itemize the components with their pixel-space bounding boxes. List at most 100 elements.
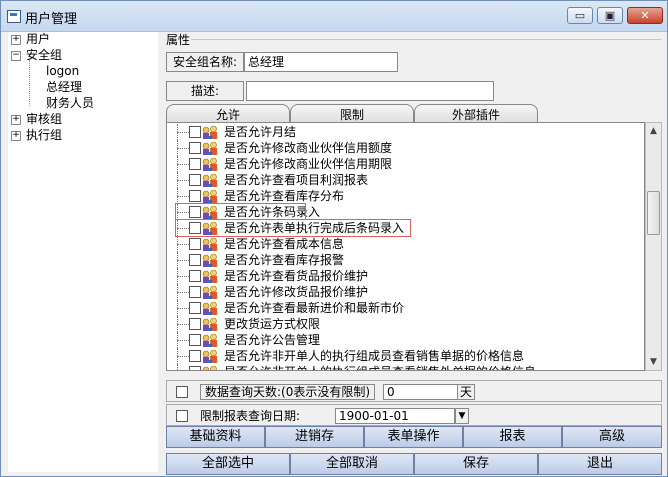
permission-checkbox[interactable] (189, 334, 201, 346)
maximize-icon: ▣ (604, 9, 616, 22)
exit-button[interactable]: 退出 (538, 453, 662, 475)
select-all-button[interactable]: 全部选中 (166, 453, 290, 475)
tree-node-label: 用户 (26, 32, 51, 46)
tab-allow[interactable]: 允许 (166, 104, 290, 124)
report-date-checkbox[interactable] (176, 410, 188, 422)
tree-node-label: 安全组 (26, 48, 63, 62)
permission-checkbox[interactable] (189, 142, 201, 154)
permission-checkbox[interactable] (189, 270, 201, 282)
permission-label: 是否允许查看货品报价维护 (224, 269, 369, 283)
permission-label: 是否允许修改商业伙伴信用额度 (224, 141, 393, 155)
deselect-all-button[interactable]: 全部取消 (290, 453, 414, 475)
permission-checkbox[interactable] (189, 174, 201, 186)
permission-checkbox[interactable] (189, 158, 201, 170)
tree-node-finance-staff[interactable]: 财务人员 (46, 95, 94, 111)
permission-users-icon (202, 365, 217, 370)
scroll-up-icon[interactable]: ▲ (646, 123, 661, 139)
permission-label: 是否允许查看库存分布 (224, 189, 345, 203)
group-name-field[interactable]: 总经理 (244, 52, 398, 72)
tree-connector (177, 260, 189, 261)
permission-checkbox[interactable] (189, 318, 201, 330)
permission-label: 是否允许非开单人的执行组成员查看销售单据的价格信息 (224, 349, 525, 363)
permission-users-icon (202, 349, 217, 363)
form-operations-button[interactable]: 表单操作 (364, 426, 463, 448)
tree-connector (177, 132, 189, 133)
tree-connector (177, 164, 189, 165)
tree-node-label: 财务人员 (46, 96, 95, 110)
close-icon: ✕ (640, 9, 650, 22)
permissions-scrollbar[interactable]: ▲ ▼ (645, 122, 662, 371)
expand-icon[interactable]: + (11, 35, 21, 45)
tree-connector (177, 180, 189, 181)
permission-users-icon (202, 285, 217, 299)
permission-checkbox[interactable] (189, 286, 201, 298)
permission-checkbox[interactable] (189, 302, 201, 314)
expand-icon[interactable]: + (11, 115, 21, 125)
tree-connector (177, 340, 189, 341)
permission-checkbox[interactable] (189, 254, 201, 266)
permission-checkbox[interactable] (189, 238, 201, 250)
permission-users-icon (202, 237, 217, 251)
reports-button[interactable]: 报表 (463, 426, 562, 448)
report-date-row: 限制报表查询日期: 1900-01-01 ▼ (166, 404, 662, 426)
scroll-down-icon[interactable]: ▼ (646, 354, 661, 370)
permission-label: 更改货运方式权限 (224, 317, 321, 331)
permission-checkbox[interactable] (189, 366, 201, 370)
tree-node-general-manager[interactable]: 总经理 (46, 79, 82, 95)
query-days-label: 数据查询天数:(0表示没有限制) (200, 384, 376, 400)
permission-label: 是否允许查看成本信息 (224, 237, 345, 251)
query-days-input[interactable]: 0 (383, 384, 459, 400)
advanced-button[interactable]: 高级 (562, 426, 662, 448)
permission-checkbox[interactable] (189, 190, 201, 202)
permissions-list: 是否允许月结 是否允许修改商业伙伴信用额度 是否允许修改商业伙伴信用期限 是否允许查看… (166, 122, 645, 371)
permission-users-icon (202, 189, 217, 203)
permission-users-icon (202, 253, 217, 267)
user-management-window: 用户管理 ▭ ▣ ✕ + 用户 − 安全组 logon 总经理 财务人员 + 审… (0, 0, 668, 477)
title-bar: 用户管理 ▭ ▣ ✕ (1, 1, 667, 32)
tree-connector (177, 292, 189, 293)
permission-users-icon (202, 173, 217, 187)
close-button[interactable]: ✕ (627, 7, 663, 24)
tree-connector (177, 148, 189, 149)
permission-label: 是否允许公告管理 (224, 333, 321, 347)
permission-users-icon (202, 301, 217, 315)
permission-checkbox[interactable] (189, 350, 201, 362)
basic-data-button[interactable]: 基础资料 (166, 426, 265, 448)
description-field[interactable] (246, 81, 494, 101)
tree-node-label: 审核组 (26, 112, 63, 126)
minimize-button[interactable]: ▭ (567, 7, 593, 24)
highlight-box-barcode (175, 203, 306, 220)
maximize-button[interactable]: ▣ (597, 7, 623, 24)
tree-connector (177, 196, 189, 197)
permission-users-icon (202, 141, 217, 155)
tree-node-logon[interactable]: logon (46, 63, 79, 79)
permission-label: 是否允许非开单人的执行组成员查看销售外单据的价格信息 (224, 364, 536, 370)
tree-connector (177, 308, 189, 309)
query-days-row: 数据查询天数:(0表示没有限制) 0 天 (166, 380, 662, 402)
report-date-input[interactable]: 1900-01-01 (335, 408, 455, 424)
inventory-button[interactable]: 进销存 (265, 426, 364, 448)
tree-node-label: 总经理 (46, 80, 83, 94)
permission-label: 是否允许查看最新进价和最新市价 (224, 301, 405, 315)
window-title: 用户管理 (25, 12, 78, 27)
scroll-thumb[interactable] (647, 191, 660, 235)
properties-divider (191, 39, 661, 40)
tab-restrict[interactable]: 限制 (290, 104, 414, 124)
save-button[interactable]: 保存 (414, 453, 538, 475)
group-tree: + 用户 − 安全组 logon 总经理 财务人员 + 审核组 + 执行组 (8, 32, 158, 472)
permission-label: 是否允许查看库存报警 (224, 253, 345, 267)
tab-external-plugins[interactable]: 外部插件 (414, 104, 538, 124)
permission-checkbox[interactable] (189, 126, 201, 138)
query-days-checkbox[interactable] (176, 386, 188, 398)
expand-icon[interactable]: + (11, 131, 21, 141)
group-name-label: 安全组名称: (166, 52, 244, 72)
properties-heading: 属性 (166, 33, 191, 47)
chevron-down-icon[interactable]: ▼ (455, 408, 469, 424)
description-label: 描述: (166, 81, 244, 101)
permission-users-icon (202, 317, 217, 331)
report-date-label: 限制报表查询日期: (195, 408, 335, 424)
permission-users-icon (202, 125, 217, 139)
tree-connector (177, 324, 189, 325)
collapse-icon[interactable]: − (11, 51, 21, 61)
highlight-box-barcode-after-exec (175, 219, 411, 237)
